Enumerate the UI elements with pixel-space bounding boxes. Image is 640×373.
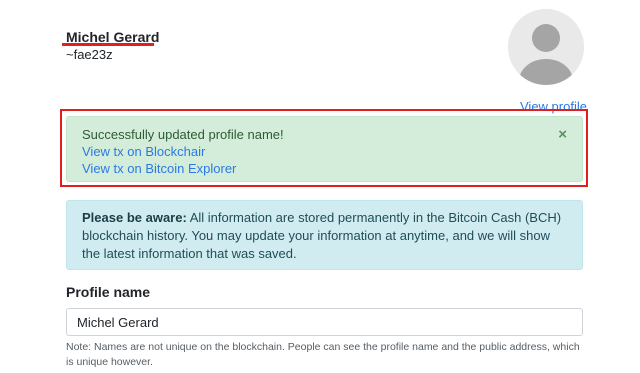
profile-name-input[interactable] (66, 308, 583, 336)
profile-name-note: Note: Names are not unique on the blockc… (66, 341, 580, 368)
user-silhouette-icon (508, 9, 584, 85)
info-alert-label: Please be aware: (82, 210, 187, 225)
profile-handle: ~fae23z (66, 47, 113, 62)
success-alert: Successfully updated profile name! View … (66, 116, 583, 182)
profile-page: Michel Gerard ~fae23z View profile Succe… (0, 0, 640, 373)
success-message: Successfully updated profile name! (82, 127, 284, 142)
bitcoin-explorer-link[interactable]: View tx on Bitcoin Explorer (82, 160, 582, 177)
profile-name-label: Profile name (66, 284, 151, 300)
blockchair-link[interactable]: View tx on Blockchair (82, 143, 582, 160)
avatar[interactable] (508, 9, 584, 85)
close-icon[interactable]: × (558, 127, 567, 143)
info-alert: Please be aware: All information are sto… (66, 200, 583, 270)
name-highlight-underline (62, 43, 154, 46)
